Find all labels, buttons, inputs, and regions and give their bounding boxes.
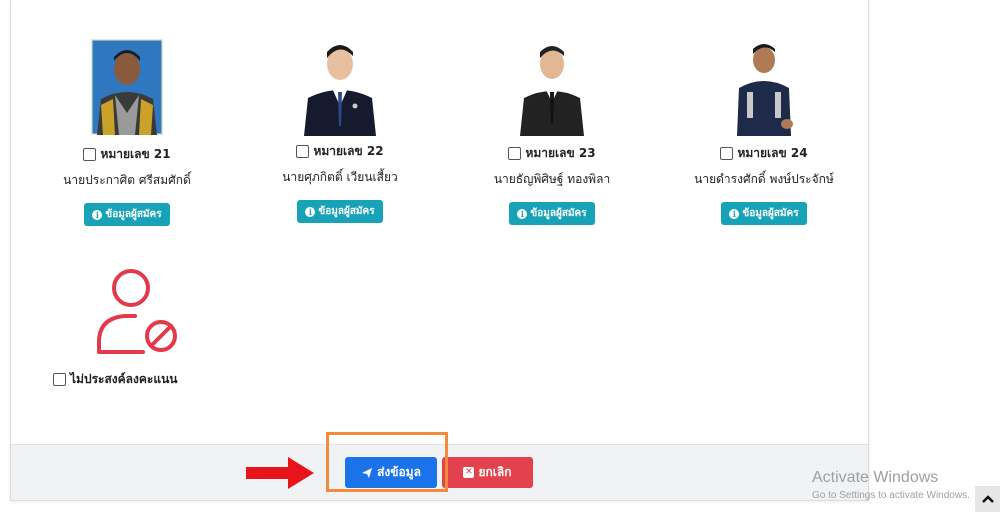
candidate-checkbox[interactable] [296,144,310,158]
candidate-checkbox[interactable] [720,146,734,160]
candidate-name: นายประกาศิต ศรีสมศักดิ์ [63,173,191,187]
info-icon: i [517,208,528,219]
candidate-card-24: หมายเลข 24 นายดำรงศักดิ์ พงษ์ประจักษ์ i … [658,38,870,225]
candidate-card-22: หมายเลข 22 นายศุภกิตติ์ เวียนเสี้ยว i ข้… [234,36,446,223]
cancel-button[interactable]: ✕ ยกเลิก [442,457,533,488]
info-icon: i [305,206,316,217]
submit-highlight-box [326,432,448,492]
activate-windows-watermark: Activate Windows Go to Settings to activ… [812,469,970,501]
candidate-number-label: หมายเลข 22 [313,143,384,158]
close-box-icon: ✕ [463,467,475,478]
candidate-checkbox-row[interactable]: หมายเลข 22 [234,142,446,160]
candidate-name: นายธัญพิศิษฐ์ ทองพิลา [493,172,611,186]
candidate-photo [91,39,163,135]
candidate-card-21: หมายเลข 21 นายประกาศิต ศรีสมศักดิ์ i ข้อ… [21,39,233,226]
candidate-photo [300,36,380,136]
info-button-label: ข้อมูลผู้สมัคร [318,206,375,217]
candidate-photo [731,38,797,136]
candidate-info-button[interactable]: i ข้อมูลผู้สมัคร [721,202,807,225]
user-slash-icon [97,269,177,354]
no-vote-checkbox-row[interactable]: ไม่ประสงค์ลงคะแนน [53,370,178,389]
candidate-info-button[interactable]: i ข้อมูลผู้สมัคร [509,202,595,225]
no-vote-checkbox[interactable] [53,373,66,386]
info-button-label: ข้อมูลผู้สมัคร [530,208,587,219]
no-vote-label: ไม่ประสงค์ลงคะแนน [70,372,178,386]
info-icon: i [92,209,103,220]
candidate-checkbox-row[interactable]: หมายเลข 23 [446,144,658,162]
candidate-number-label: หมายเลข 21 [100,146,171,161]
candidate-checkbox-row[interactable]: หมายเลข 21 [21,145,233,163]
candidate-checkbox[interactable] [83,147,97,161]
candidate-card-23: หมายเลข 23 นายธัญพิศิษฐ์ ทองพิลา i ข้อมู… [446,38,658,225]
pointer-arrow-icon [246,457,314,489]
scroll-to-top-button[interactable] [975,486,1000,512]
candidate-number-label: หมายเลข 23 [525,145,596,160]
candidate-checkbox[interactable] [508,146,522,160]
candidate-photo [514,38,590,136]
candidate-name: นายศุภกิตติ์ เวียนเสี้ยว [282,170,398,184]
chevron-up-icon [981,495,994,503]
candidate-number-label: หมายเลข 24 [737,145,808,160]
watermark-subtitle: Go to Settings to activate Windows. [812,490,970,501]
candidate-info-button[interactable]: i ข้อมูลผู้สมัคร [297,200,383,223]
voting-panel: หมายเลข 21 นายประกาศิต ศรีสมศักดิ์ i ข้อ… [10,0,869,501]
candidate-info-button[interactable]: i ข้อมูลผู้สมัคร [84,203,170,226]
cancel-button-label: ยกเลิก [478,465,512,479]
watermark-title: Activate Windows [812,469,939,486]
info-button-label: ข้อมูลผู้สมัคร [742,208,799,219]
info-button-label: ข้อมูลผู้สมัคร [105,209,162,220]
info-icon: i [729,208,740,219]
candidate-name: นายดำรงศักดิ์ พงษ์ประจักษ์ [694,172,834,186]
candidate-checkbox-row[interactable]: หมายเลข 24 [658,144,870,162]
